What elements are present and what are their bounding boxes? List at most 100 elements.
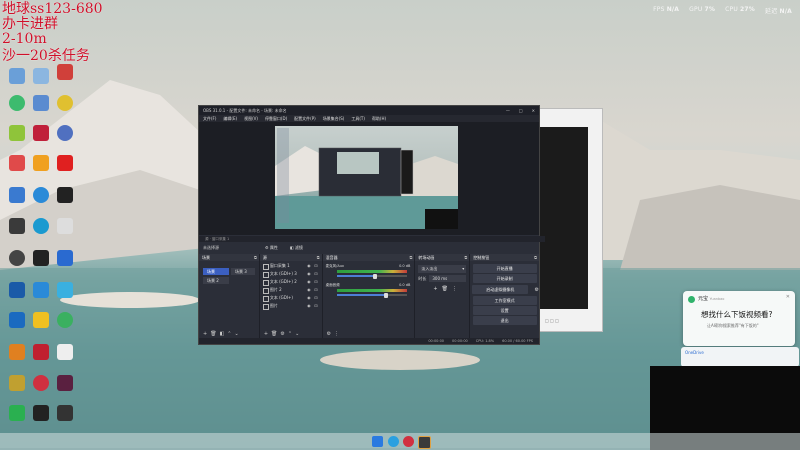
filters-button[interactable]: ◧ 滤镜 bbox=[290, 245, 303, 251]
source-row[interactable]: 图片 2 ◉ ⊡ bbox=[260, 286, 322, 294]
duration-input[interactable]: 300 ms bbox=[429, 275, 467, 282]
add-icon[interactable]: + bbox=[264, 331, 268, 337]
trash-icon[interactable]: 🗑 bbox=[210, 331, 216, 337]
arrow-up-icon[interactable]: ⌃ bbox=[288, 331, 292, 337]
obs-window[interactable]: OBS 31.0.1 - 配置文件: 未命名 - 场景: 未命名 — □ ✕ 文… bbox=[198, 105, 545, 345]
desktop-icon[interactable] bbox=[28, 218, 54, 248]
desktop-volume-handle[interactable] bbox=[383, 292, 388, 298]
onedrive-notification[interactable]: OneDrive bbox=[681, 347, 799, 367]
desktop-icon[interactable] bbox=[52, 405, 78, 435]
desktop-icon[interactable] bbox=[52, 282, 78, 312]
desktop-icon[interactable] bbox=[4, 344, 30, 374]
desktop-icon[interactable] bbox=[4, 125, 30, 155]
start-virtual-camera-button[interactable]: 启动虚拟摄像机 bbox=[472, 285, 529, 294]
eye-icon[interactable]: ◉ bbox=[307, 278, 311, 286]
desktop-icon[interactable] bbox=[28, 405, 54, 435]
app-icon[interactable] bbox=[403, 436, 414, 447]
source-row[interactable]: 文本 (GDI+) 3 ◉ ⊡ bbox=[260, 270, 322, 278]
lock-icon[interactable]: ⊡ bbox=[314, 302, 317, 310]
lock-icon[interactable]: ⊡ bbox=[314, 270, 317, 278]
desktop-icon[interactable] bbox=[4, 95, 30, 125]
transition-select[interactable]: 淡入淡出 ▾ bbox=[418, 265, 467, 273]
obs-taskbar-icon[interactable] bbox=[418, 436, 431, 449]
desktop-icon[interactable] bbox=[52, 64, 78, 94]
lock-icon[interactable]: ⊡ bbox=[314, 294, 317, 302]
menu-help[interactable]: 帮助(H) bbox=[372, 116, 386, 122]
desktop-icon[interactable] bbox=[4, 155, 30, 185]
menu-view[interactable]: 视图(V) bbox=[244, 116, 258, 122]
desktop-icon[interactable] bbox=[4, 218, 30, 248]
source-row[interactable]: 文本 (GDI+) 2 ◉ ⊡ bbox=[260, 278, 322, 286]
menu-scene-collection[interactable]: 场景集合(S) bbox=[323, 116, 345, 122]
settings-button[interactable]: 设置 bbox=[472, 306, 537, 315]
secondary-window[interactable]: □ □ □ bbox=[538, 108, 603, 332]
notification-popup[interactable]: 元宝 Yuanbao ✕ 想找什么下饭视频看? 让AI帮你搜索推荐"有下饭的" bbox=[683, 291, 795, 346]
add-icon[interactable]: + bbox=[203, 331, 207, 337]
lock-icon[interactable]: ⊡ bbox=[314, 286, 317, 294]
obs-titlebar[interactable]: OBS 31.0.1 - 配置文件: 未命名 - 场景: 未命名 — □ ✕ bbox=[199, 106, 539, 115]
gear-icon[interactable]: ⚙ bbox=[280, 331, 284, 337]
start-recording-button[interactable]: 开始录制 bbox=[472, 274, 537, 283]
desktop-icon[interactable] bbox=[4, 282, 30, 312]
arrow-up-icon[interactable]: ⌃ bbox=[227, 331, 231, 337]
close-icon[interactable]: ✕ bbox=[532, 108, 535, 113]
eye-icon[interactable]: ◉ bbox=[307, 270, 311, 278]
arrow-down-icon[interactable]: ⌄ bbox=[295, 331, 299, 337]
source-row[interactable]: 窗口采集 1 ◉ ⊡ bbox=[260, 262, 322, 270]
source-row[interactable]: 文本 (GDI+) ◉ ⊡ bbox=[260, 294, 322, 302]
eye-icon[interactable]: ◉ bbox=[307, 302, 311, 310]
desktop-icon[interactable] bbox=[52, 125, 78, 155]
edge-icon[interactable] bbox=[388, 436, 399, 447]
dock-float-icon[interactable]: ⧉ bbox=[534, 254, 537, 261]
scene-item[interactable]: 场景 bbox=[203, 268, 229, 275]
dock-float-icon[interactable]: ⧉ bbox=[254, 254, 257, 261]
desktop-icon[interactable] bbox=[28, 312, 54, 342]
desktop-icon[interactable] bbox=[4, 250, 30, 280]
properties-button[interactable]: ⚙ 属性 bbox=[265, 245, 278, 251]
desktop-icon[interactable] bbox=[28, 125, 54, 155]
desktop-icon[interactable] bbox=[28, 155, 54, 185]
gear-icon[interactable]: ⚙ bbox=[535, 287, 539, 293]
trash-icon[interactable]: 🗑 bbox=[442, 286, 448, 292]
desktop-icon[interactable] bbox=[52, 155, 78, 185]
menu-docks[interactable]: 停靠窗口(D) bbox=[265, 116, 287, 122]
desktop-icon[interactable] bbox=[28, 250, 54, 280]
dock-float-icon[interactable]: ⧉ bbox=[464, 254, 467, 261]
desktop-icon[interactable] bbox=[4, 375, 30, 405]
lock-icon[interactable]: ⊡ bbox=[314, 278, 317, 286]
minimize-icon[interactable]: — bbox=[506, 108, 510, 113]
desktop-icon[interactable] bbox=[28, 282, 54, 312]
arrow-down-icon[interactable]: ⌄ bbox=[235, 331, 239, 337]
desktop-icon[interactable] bbox=[28, 68, 54, 98]
eye-icon[interactable]: ◉ bbox=[307, 286, 311, 294]
menu-profile[interactable]: 配置文件(P) bbox=[294, 116, 316, 122]
dock-float-icon[interactable]: ⧉ bbox=[317, 254, 320, 261]
desktop-icon[interactable] bbox=[52, 250, 78, 280]
desktop-icon[interactable] bbox=[28, 375, 54, 405]
desktop-volume-slider[interactable] bbox=[336, 292, 407, 298]
studio-mode-button[interactable]: 工作室模式 bbox=[472, 296, 537, 305]
menu-tools[interactable]: 工具(T) bbox=[351, 116, 365, 122]
menu-file[interactable]: 文件(F) bbox=[203, 116, 216, 122]
menu-edit[interactable]: 编辑(E) bbox=[223, 116, 237, 122]
desktop-icon[interactable] bbox=[52, 218, 78, 248]
source-row[interactable]: 图片 ◉ ⊡ bbox=[260, 302, 322, 310]
scene-item[interactable]: 场景 3 bbox=[231, 268, 255, 275]
eye-icon[interactable]: ◉ bbox=[307, 262, 311, 270]
exit-button[interactable]: 退出 bbox=[472, 316, 537, 325]
lock-icon[interactable]: ⊡ bbox=[314, 262, 317, 270]
desktop-icon[interactable] bbox=[4, 68, 30, 98]
start-icon[interactable] bbox=[372, 436, 383, 447]
more-icon[interactable]: ⋮ bbox=[452, 286, 457, 292]
desktop-icon[interactable] bbox=[4, 187, 30, 217]
trash-icon[interactable]: 🗑 bbox=[271, 331, 277, 337]
start-streaming-button[interactable]: 开始直播 bbox=[472, 264, 537, 273]
dock-float-icon[interactable]: ⧉ bbox=[410, 254, 413, 261]
maximize-icon[interactable]: □ bbox=[519, 108, 523, 113]
eye-icon[interactable]: ◉ bbox=[307, 294, 311, 302]
desktop-icon[interactable] bbox=[4, 312, 30, 342]
desktop-icon[interactable] bbox=[28, 344, 54, 374]
desktop-icon[interactable] bbox=[52, 187, 78, 217]
desktop-icon[interactable] bbox=[28, 187, 54, 217]
desktop-icon[interactable] bbox=[52, 375, 78, 405]
